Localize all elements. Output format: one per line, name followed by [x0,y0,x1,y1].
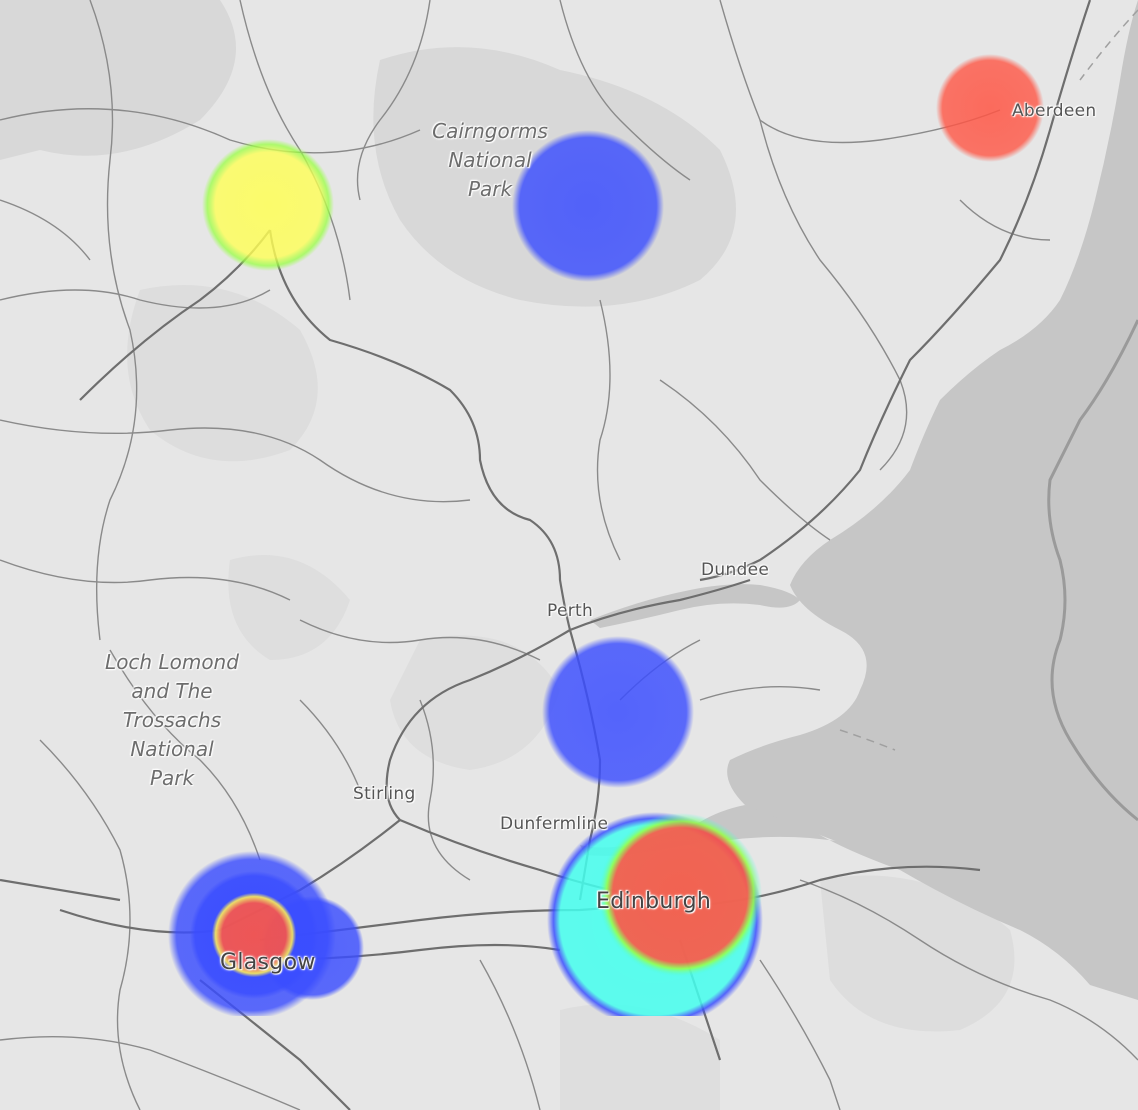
label-cairngorms-line-3: Park [467,177,513,201]
label-cairngorms-national-park: Cairngorms National Park [430,117,550,204]
heat-point-glasgow [190,871,318,999]
label-cairngorms-line-1: Cairngorms [432,119,548,143]
label-loch-lomond-line-4: National [130,737,214,761]
base-map [0,0,1138,1110]
label-aberdeen: Aberdeen [1012,101,1097,121]
label-loch-lomond-line-5: Park [149,766,195,790]
label-glasgow: Glasgow [220,950,316,975]
label-dunfermline: Dunfermline [500,814,609,834]
heat-point-fife [542,636,694,788]
label-cairngorms-line-2: National [448,148,532,172]
label-loch-lomond-line-1: Loch Lomond [105,650,239,674]
label-loch-lomond-line-3: Trossachs [122,708,222,732]
map-viewport[interactable]: Aberdeen Dundee Perth Stirling Dunfermli… [0,0,1138,1110]
label-edinburgh: Edinburgh [596,889,712,914]
label-loch-lomond-line-2: and The [131,679,213,703]
label-perth: Perth [547,601,594,621]
label-loch-lomond-trossachs-national-park: Loch Lomond and The Trossachs National P… [92,648,252,793]
label-dundee: Dundee [701,560,770,580]
heat-point-highland [202,139,334,271]
label-stirling: Stirling [353,784,416,804]
